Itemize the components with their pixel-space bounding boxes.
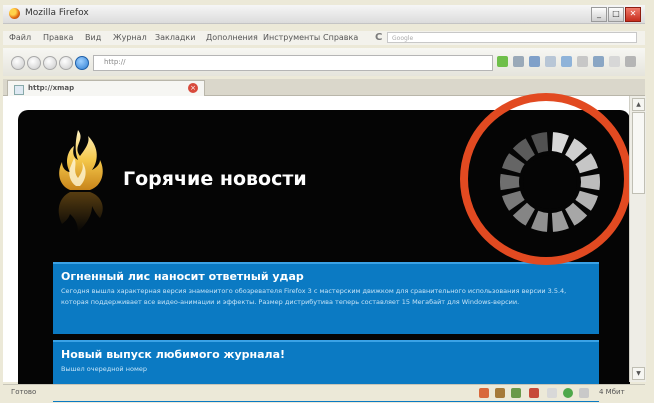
minimize-button[interactable]: _: [591, 7, 607, 22]
site-title: Горячие новости: [123, 168, 307, 190]
title-bar: Mozilla Firefox _ □ ✕: [3, 5, 645, 24]
rss-icon[interactable]: [545, 56, 556, 67]
tab-current[interactable]: http://xmap ×: [7, 80, 205, 96]
security-icon[interactable]: [529, 388, 539, 398]
page-icon: [14, 85, 24, 95]
scroll-up-arrow-icon[interactable]: ▲: [632, 98, 645, 111]
menu-addons[interactable]: Дополнения: [206, 33, 258, 42]
browser-window: Mozilla Firefox _ □ ✕ Файл Правка Вид Жу…: [0, 0, 654, 403]
menu-tools[interactable]: Инструменты: [263, 33, 320, 42]
scroll-thumb[interactable]: [632, 112, 645, 194]
highlight-circle: [460, 93, 632, 265]
news-text: Вышел очередной номер: [61, 365, 147, 373]
tab-label: http://xmap: [28, 84, 75, 92]
menu-bookmarks[interactable]: Закладки: [155, 33, 195, 42]
window-title: Mozilla Firefox: [25, 8, 89, 18]
news-title[interactable]: Новый выпуск любимого журнала!: [61, 348, 285, 361]
window-controls: _ □ ✕: [591, 7, 641, 22]
status-bar: Готово 4 Мбит: [3, 384, 645, 401]
menu-icon[interactable]: [625, 56, 636, 67]
stop-icon[interactable]: [59, 56, 73, 70]
zoom-icon[interactable]: [609, 56, 620, 67]
status-text: Готово: [11, 388, 37, 396]
firefox-icon: [9, 8, 20, 19]
check-icon[interactable]: [511, 388, 521, 398]
menu-help[interactable]: Справка: [323, 33, 358, 42]
home-icon[interactable]: [75, 56, 89, 70]
scroll-down-arrow-icon[interactable]: ▼: [632, 367, 645, 380]
news-title[interactable]: Огненный лис наносит ответный удар: [61, 270, 304, 283]
download-icon[interactable]: [529, 56, 540, 67]
search-engine-icon[interactable]: C: [375, 33, 382, 43]
search-input[interactable]: Google: [387, 32, 637, 43]
online-status-icon: [563, 388, 573, 398]
sync-icon[interactable]: [547, 388, 557, 398]
go-icon[interactable]: [497, 56, 508, 67]
mail-icon[interactable]: [561, 56, 572, 67]
back-icon[interactable]: [11, 56, 25, 70]
vertical-scrollbar[interactable]: ▲ ▼: [629, 96, 646, 382]
bookmark-icon[interactable]: [513, 56, 524, 67]
address-text: http://: [104, 58, 126, 66]
addon-status-icon[interactable]: [479, 388, 489, 398]
menu-view[interactable]: Вид: [85, 33, 101, 42]
printer-icon[interactable]: [577, 56, 588, 67]
addon-icon[interactable]: [593, 56, 604, 67]
menu-bar: Файл Правка Вид Журнал Закладки Дополнен…: [3, 31, 645, 45]
extension-status-icon[interactable]: [495, 388, 505, 398]
menu-edit[interactable]: Правка: [43, 33, 73, 42]
maximize-button[interactable]: □: [608, 7, 624, 22]
speed-readout: 4 Мбит: [599, 388, 625, 396]
menu-history[interactable]: Журнал: [113, 33, 147, 42]
flame-logo-icon: [58, 130, 103, 232]
menu-file[interactable]: Файл: [9, 33, 31, 42]
reload-icon[interactable]: [43, 56, 57, 70]
close-button[interactable]: ✕: [625, 7, 641, 22]
news-item[interactable]: Огненный лис наносит ответный удар Сегод…: [53, 262, 599, 334]
tab-close-icon[interactable]: ×: [188, 83, 198, 93]
address-bar[interactable]: http://: [93, 55, 493, 71]
forward-icon[interactable]: [27, 56, 41, 70]
news-text: Сегодня вышла характерная версия знамени…: [61, 287, 567, 306]
navigation-toolbar: http://: [3, 48, 645, 76]
network-icon[interactable]: [579, 388, 589, 398]
